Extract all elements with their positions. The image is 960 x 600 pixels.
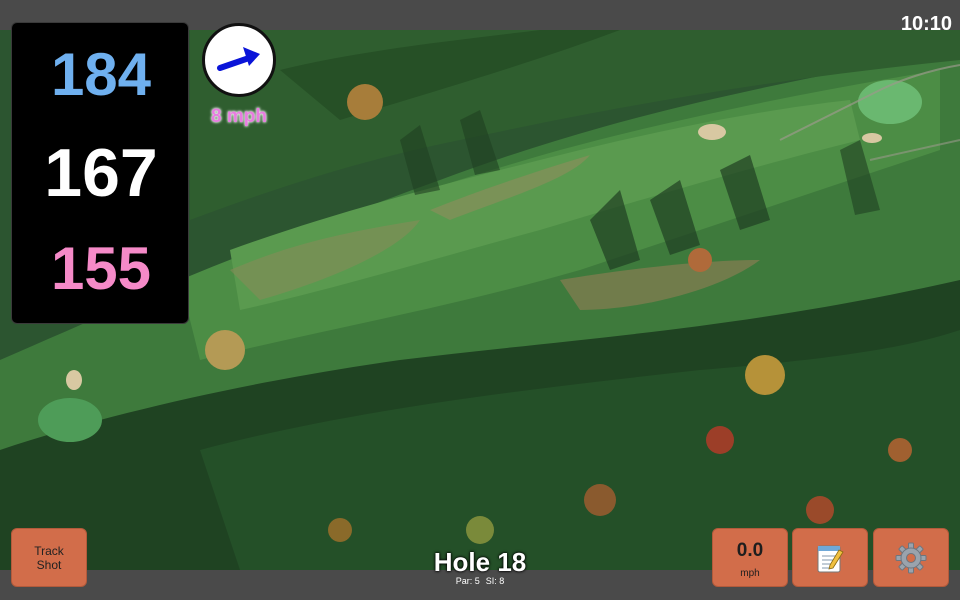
settings-button[interactable] — [873, 528, 949, 587]
app-screen: 10:10 184 167 155 8 mph Track Shot Hole … — [0, 0, 960, 600]
center-distance: 167 — [44, 135, 158, 211]
gear-icon — [895, 542, 927, 573]
speed-value: 0.0 — [736, 540, 764, 561]
hole-stroke-index: SI: 8 — [485, 576, 505, 586]
track-shot-button[interactable]: Track Shot — [11, 528, 87, 587]
front-distance: 155 — [50, 235, 152, 302]
speed-button[interactable]: 0.0 mph — [712, 528, 788, 587]
hole-title: Hole 18 — [433, 547, 527, 577]
wind-speed: 8 mph — [211, 106, 267, 127]
wind-indicator — [202, 23, 276, 97]
distance-panel: 184 167 155 — [11, 22, 189, 324]
clock: 10:10 — [900, 13, 952, 35]
back-distance: 184 — [50, 41, 152, 108]
hole-par: Par: 5 — [455, 576, 480, 586]
speed-unit: mph — [740, 568, 760, 579]
hole-info: Par: 5 SI: 8 — [380, 577, 580, 586]
notes-button[interactable] — [792, 528, 868, 587]
wind-direction-arrow-icon — [217, 47, 260, 71]
notepad-icon — [817, 545, 844, 572]
track-shot-label: Track Shot — [34, 543, 64, 572]
